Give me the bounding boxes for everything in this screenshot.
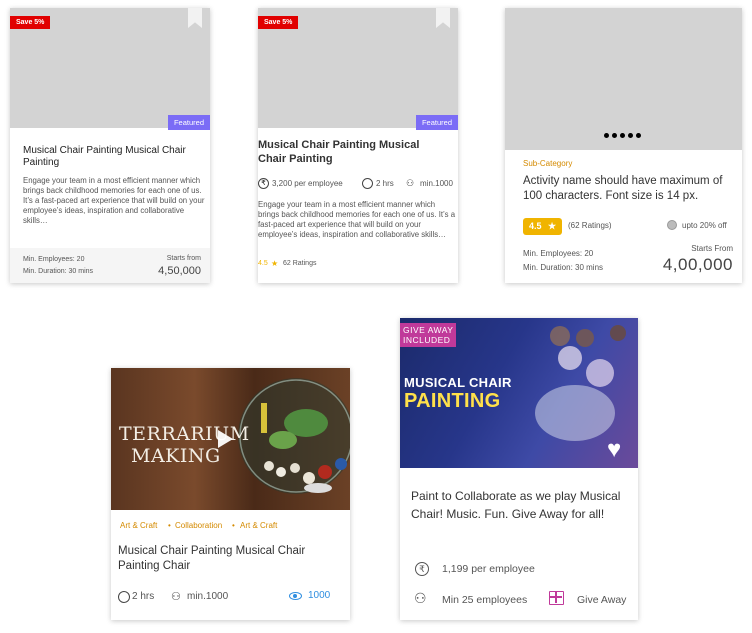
views-count: 1000 bbox=[308, 590, 331, 601]
give-away-label: Give Away bbox=[577, 594, 627, 606]
card-title[interactable]: Musical Chair Painting Musical Chair Pai… bbox=[23, 145, 203, 169]
min-participants: min.1000 bbox=[187, 591, 229, 602]
card-description: Engage your team in a most efficient man… bbox=[23, 176, 205, 225]
rating-value: 4.5 bbox=[529, 221, 542, 231]
activity-card-5[interactable]: GIVE AWAY INCLUDED MUSICAL CHAIR PAINTIN… bbox=[400, 318, 638, 620]
save-badge: Save 5% bbox=[258, 16, 299, 29]
terrarium-image[interactable]: TERRARIUM MAKING bbox=[111, 368, 350, 510]
tag-1[interactable]: Art & Craft bbox=[120, 521, 157, 530]
discount-radio[interactable] bbox=[667, 220, 677, 230]
clock-icon bbox=[362, 178, 373, 189]
price: 4,00,000 bbox=[662, 255, 733, 274]
tag-2[interactable]: Collaboration bbox=[175, 521, 222, 530]
card-title[interactable]: Musical Chair Painting Musical Chair Pai… bbox=[258, 139, 448, 166]
starts-from-label: Starts from bbox=[166, 255, 201, 262]
activity-card-3[interactable]: Sub-Category Activity name should have m… bbox=[505, 8, 742, 283]
image-title-line1: MUSICAL CHAIR bbox=[404, 375, 512, 390]
rating-value: 4.5 bbox=[258, 260, 268, 267]
star-icon: ★ bbox=[548, 221, 557, 231]
carousel-dots[interactable] bbox=[604, 133, 641, 138]
card-title[interactable]: Musical Chair Painting Musical Chair Pai… bbox=[118, 544, 343, 574]
card-title[interactable]: Activity name should have maximum of 100… bbox=[523, 174, 738, 204]
rupee-circle-icon: ₹ bbox=[258, 178, 269, 189]
group-icon: ⚇ bbox=[406, 178, 415, 188]
group-icon: ⚇ bbox=[414, 590, 427, 606]
tag-separator-2: • bbox=[232, 521, 235, 530]
image-title-line2: MAKING bbox=[131, 445, 221, 467]
per-employee: 1,199 per employee bbox=[442, 563, 535, 575]
clock-icon bbox=[118, 591, 130, 603]
activity-card-1[interactable]: Save 5% Featured Musical Chair Painting … bbox=[10, 8, 210, 283]
duration: 2 hrs bbox=[376, 179, 394, 188]
min-duration: Min. Duration: 30 mins bbox=[523, 263, 604, 272]
min-duration: Min. Duration: 30 mins bbox=[23, 268, 94, 275]
rating-badge: 4.5 ★ bbox=[523, 218, 563, 235]
activity-description: Paint to Collaborate as we play Musical … bbox=[411, 489, 621, 521]
per-employee: 3,200 per employee bbox=[272, 179, 343, 188]
min-employees: Min. Employees: 20 bbox=[23, 256, 85, 263]
ratings-count: 62 Ratings bbox=[283, 260, 317, 267]
giveaway-badge-line1: GIVE AWAY bbox=[403, 325, 454, 335]
save-badge: Save 5% bbox=[10, 16, 51, 29]
activity-card-2[interactable]: Save 5% Featured Musical Chair Painting … bbox=[258, 8, 458, 283]
starts-from-label: Starts From bbox=[691, 244, 733, 253]
ratings-count: (62 Ratings) bbox=[568, 221, 612, 230]
sub-category[interactable]: Sub-Category bbox=[523, 159, 572, 168]
giveaway-badge: GIVE AWAY INCLUDED bbox=[400, 323, 457, 347]
discount-label: upto 20% off bbox=[682, 221, 727, 230]
star-icon: ★ bbox=[271, 259, 279, 268]
min-employees: Min. Employees: 20 bbox=[523, 249, 594, 258]
featured-badge: Featured bbox=[415, 115, 458, 130]
group-icon: ⚇ bbox=[171, 591, 181, 603]
tag-separator-1: • bbox=[168, 521, 171, 530]
price: 4,50,000 bbox=[158, 265, 201, 277]
giveaway-badge-line2: INCLUDED bbox=[403, 335, 451, 345]
rupee-circle-icon: ₹ bbox=[415, 562, 429, 576]
image-title-line2: PAINTING bbox=[404, 390, 501, 412]
musical-chair-image[interactable]: GIVE AWAY INCLUDED MUSICAL CHAIR PAINTIN… bbox=[400, 318, 638, 468]
gift-icon bbox=[549, 591, 564, 605]
card-description: Engage your team in a most efficient man… bbox=[258, 200, 456, 239]
duration: 2 hrs bbox=[132, 591, 155, 602]
featured-badge: Featured bbox=[167, 115, 210, 130]
activity-card-4[interactable]: TERRARIUM MAKING Art & Craft • Collabora… bbox=[111, 368, 350, 620]
card-image-placeholder bbox=[505, 8, 742, 150]
play-icon[interactable] bbox=[218, 430, 233, 448]
min-employees: Min 25 employees bbox=[442, 594, 528, 606]
eye-icon bbox=[289, 592, 302, 600]
tag-3[interactable]: Art & Craft bbox=[240, 521, 277, 530]
min-participants: min.1000 bbox=[420, 179, 453, 188]
heart-icon[interactable]: ♥ bbox=[607, 438, 621, 462]
